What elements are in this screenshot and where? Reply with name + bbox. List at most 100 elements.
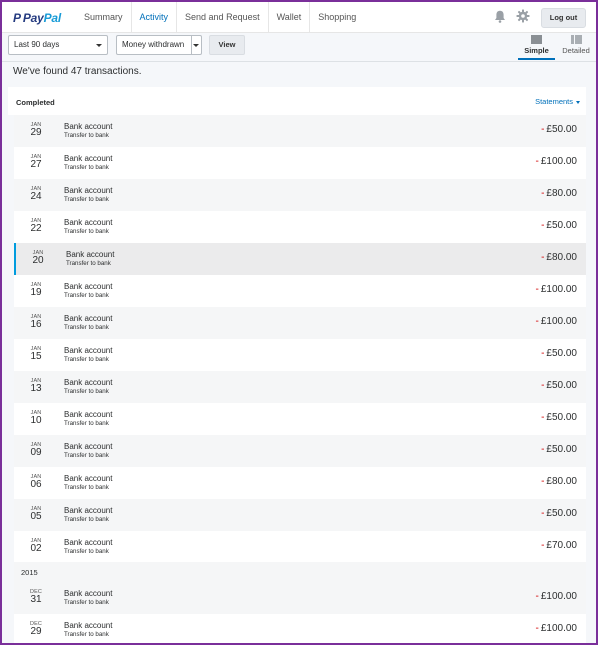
view-simple-label: Simple: [524, 46, 549, 55]
transaction-subtitle: Transfer to bank: [64, 196, 109, 203]
transaction-amount: - £100.00: [536, 284, 578, 295]
transaction-title: Bank account: [64, 474, 113, 483]
transaction-title: Bank account: [64, 186, 113, 195]
logout-button[interactable]: Log out: [541, 8, 586, 28]
filter-divider: [2, 61, 596, 62]
amount-sign: -: [541, 380, 545, 391]
transaction-subtitle: Transfer to bank: [64, 484, 109, 491]
transaction-subtitle: Transfer to bank: [64, 292, 109, 299]
date-day: 24: [30, 191, 42, 202]
nav-activity[interactable]: Activity: [130, 2, 177, 33]
amount-sign: -: [535, 316, 539, 327]
statements-dropdown[interactable]: Statements: [535, 97, 580, 106]
transaction-title: Bank account: [64, 154, 113, 163]
amount-value: £100.00: [540, 591, 577, 602]
date-day: 27: [30, 159, 42, 170]
transaction-subtitle: Transfer to bank: [64, 356, 109, 363]
detailed-view-icon: [570, 35, 582, 44]
transaction-amount: - £50.00: [541, 412, 577, 423]
transaction-title: Bank account: [64, 410, 113, 419]
amount-value: £50.00: [546, 412, 577, 423]
view-detailed-label: Detailed: [562, 46, 590, 55]
view-detailed-toggle[interactable]: Detailed: [558, 34, 594, 60]
date-day: 20: [32, 255, 44, 266]
transaction-row[interactable]: JAN 16 Bank account Transfer to bank - £100.0…: [14, 307, 586, 339]
amount-value: £100.00: [540, 156, 577, 167]
transaction-subtitle: Transfer to bank: [64, 132, 109, 139]
transaction-amount: - £80.00: [541, 252, 577, 263]
transactions-count-text: We've found 47 transactions.: [13, 66, 142, 77]
transaction-row[interactable]: JAN 15 Bank account Transfer to bank - £50.00: [14, 339, 586, 371]
transaction-row[interactable]: JAN 06 Bank account Transfer to bank - £80.00: [14, 467, 586, 499]
transaction-subtitle: Transfer to bank: [64, 516, 109, 523]
transaction-row[interactable]: JAN 20 Bank account Transfer to bank - £80.00: [14, 243, 586, 275]
transaction-amount: - £80.00: [541, 476, 577, 487]
date-day: 06: [30, 479, 42, 490]
amount-sign: -: [535, 284, 539, 295]
date-day: 19: [30, 287, 42, 298]
amount-value: £50.00: [546, 124, 577, 135]
transaction-amount: - £50.00: [541, 444, 577, 455]
amount-sign: -: [541, 252, 545, 263]
nav-shopping[interactable]: Shopping: [309, 2, 364, 33]
amount-sign: -: [535, 623, 539, 634]
transaction-subtitle: Transfer to bank: [64, 599, 109, 606]
transaction-subtitle: Transfer to bank: [64, 164, 109, 171]
view-button[interactable]: View: [209, 35, 245, 55]
transaction-row[interactable]: JAN 27 Bank account Transfer to bank - £100.0…: [14, 147, 586, 179]
amount-value: £100.00: [540, 316, 577, 327]
nav-send-and-request[interactable]: Send and Request: [176, 2, 268, 33]
transaction-subtitle: Transfer to bank: [64, 452, 109, 459]
transaction-row[interactable]: JAN 09 Bank account Transfer to bank - £50.00: [14, 435, 586, 467]
transaction-subtitle: Transfer to bank: [64, 631, 109, 638]
transaction-title: Bank account: [64, 442, 113, 451]
bell-icon[interactable]: [494, 10, 506, 23]
date-range-select[interactable]: Last 90 days: [8, 35, 108, 55]
amount-value: £50.00: [546, 444, 577, 455]
gear-icon[interactable]: [516, 9, 530, 23]
amount-value: £80.00: [546, 188, 577, 199]
statements-label: Statements: [535, 97, 573, 106]
date-day: 10: [30, 415, 42, 426]
nav-wallet[interactable]: Wallet: [267, 2, 310, 33]
transaction-subtitle: Transfer to bank: [64, 324, 109, 331]
transaction-title: Bank account: [64, 218, 113, 227]
transaction-row[interactable]: JAN 24 Bank account Transfer to bank - £80.00: [14, 179, 586, 211]
transaction-title: Bank account: [64, 538, 113, 547]
amount-sign: -: [541, 124, 545, 135]
amount-value: £80.00: [546, 476, 577, 487]
transaction-amount: - £50.00: [541, 220, 577, 231]
transaction-row[interactable]: DEC 29 Bank account Transfer to bank - £100.0…: [14, 614, 586, 643]
main-nav: Summary Activity Send and Request Wallet…: [76, 2, 364, 33]
transaction-row[interactable]: JAN 05 Bank account Transfer to bank - £50.00: [14, 499, 586, 531]
transaction-row[interactable]: JAN 19 Bank account Transfer to bank - £100.0…: [14, 275, 586, 307]
date-day: 13: [30, 383, 42, 394]
transaction-row[interactable]: JAN 22 Bank account Transfer to bank - £50.00: [14, 211, 586, 243]
amount-value: £50.00: [546, 508, 577, 519]
transaction-row[interactable]: JAN 29 Bank account Transfer to bank - £50.00: [14, 115, 586, 147]
amount-sign: -: [541, 476, 545, 487]
transaction-amount: - £50.00: [541, 348, 577, 359]
paypal-mark-icon: P: [13, 11, 21, 25]
date-day: 29: [30, 626, 42, 637]
date-day: 29: [30, 127, 42, 138]
transaction-row[interactable]: JAN 10 Bank account Transfer to bank - £50.00: [14, 403, 586, 435]
transaction-type-select[interactable]: Money withdrawn: [116, 35, 202, 55]
transaction-title: Bank account: [64, 506, 113, 515]
date-day: 16: [30, 319, 42, 330]
transaction-row[interactable]: DEC 31 Bank account Transfer to bank - £100.0…: [14, 582, 586, 614]
transaction-row[interactable]: JAN 02 Bank account Transfer to bank - £70.00: [14, 531, 586, 563]
transaction-subtitle: Transfer to bank: [64, 548, 109, 555]
paypal-logo[interactable]: P PayPal: [13, 11, 61, 25]
transaction-amount: - £70.00: [541, 540, 577, 551]
amount-value: £70.00: [546, 540, 577, 551]
transaction-type-value: Money withdrawn: [122, 40, 185, 49]
amount-sign: -: [541, 508, 545, 519]
logo-text-pay: Pay: [22, 11, 44, 25]
transaction-row[interactable]: JAN 13 Bank account Transfer to bank - £50.00: [14, 371, 586, 403]
nav-summary[interactable]: Summary: [76, 2, 131, 33]
date-range-value: Last 90 days: [14, 40, 60, 49]
app-window: P PayPal Summary Activity Send and Reques…: [0, 0, 598, 645]
view-simple-toggle[interactable]: Simple: [518, 34, 555, 60]
amount-sign: -: [535, 156, 539, 167]
